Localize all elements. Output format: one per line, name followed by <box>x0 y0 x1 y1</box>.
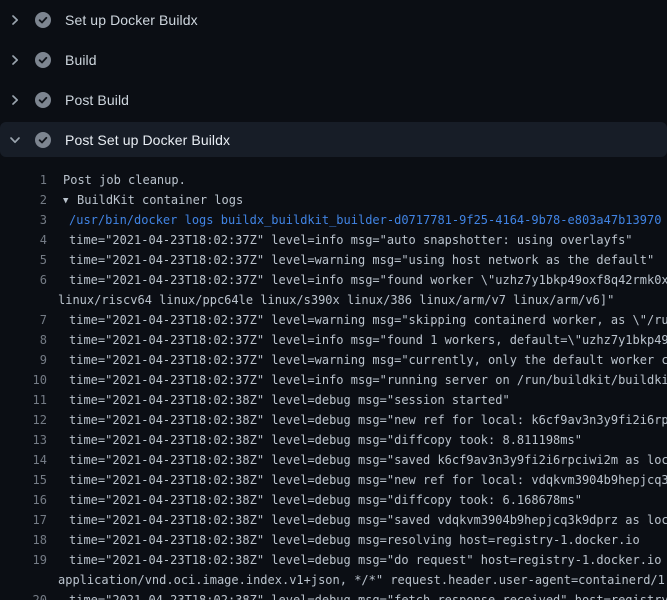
log-line: 16 time="2021-04-23T18:02:38Z" level=deb… <box>0 490 667 510</box>
log-line-text: time="2021-04-23T18:02:37Z" level=warnin… <box>47 250 654 270</box>
step-row-build[interactable]: Build <box>0 40 667 80</box>
log-line: 5 time="2021-04-23T18:02:37Z" level=warn… <box>0 250 667 270</box>
log-line-number[interactable]: 4 <box>0 230 47 250</box>
log-line-text: Post job cleanup. <box>47 170 186 190</box>
chevron-icon <box>7 132 23 148</box>
log-line: 7 time="2021-04-23T18:02:37Z" level=warn… <box>0 310 667 330</box>
log-line: 9 time="2021-04-23T18:02:37Z" level=warn… <box>0 350 667 370</box>
log-line-text: time="2021-04-23T18:02:38Z" level=debug … <box>47 550 667 570</box>
log-line-text: time="2021-04-23T18:02:38Z" level=debug … <box>47 430 582 450</box>
log-line-number[interactable]: 8 <box>0 330 47 350</box>
chevron-icon <box>7 52 23 68</box>
log-line: application/vnd.oci.image.index.v1+json,… <box>0 570 667 590</box>
log-line-number[interactable]: 10 <box>0 370 47 390</box>
log-line-text: time="2021-04-23T18:02:38Z" level=debug … <box>47 450 667 470</box>
log-line-text: ▼BuildKit container logs <box>47 190 243 210</box>
chevron-icon <box>7 92 23 108</box>
log-line: 3 /usr/bin/docker logs buildx_buildkit_b… <box>0 210 667 230</box>
step-row-post-build[interactable]: Post Build <box>0 80 667 120</box>
step-label: Post Set up Docker Buildx <box>65 132 230 148</box>
log-line-number[interactable]: 9 <box>0 350 47 370</box>
check-circle-success-icon <box>35 132 51 148</box>
log-line: 11 time="2021-04-23T18:02:38Z" level=deb… <box>0 390 667 410</box>
log-line: 18 time="2021-04-23T18:02:38Z" level=deb… <box>0 530 667 550</box>
job-steps-list: Set up Docker Buildx Build <box>0 0 667 157</box>
log-line-text: /usr/bin/docker logs buildx_buildkit_bui… <box>47 210 661 230</box>
log-line: 10 time="2021-04-23T18:02:37Z" level=inf… <box>0 370 667 390</box>
log-line: 8 time="2021-04-23T18:02:37Z" level=info… <box>0 330 667 350</box>
log-line-number[interactable]: 5 <box>0 250 47 270</box>
log-line-number[interactable]: 17 <box>0 510 47 530</box>
log-line-text: application/vnd.oci.image.index.v1+json,… <box>0 570 667 590</box>
log-line: 17 time="2021-04-23T18:02:38Z" level=deb… <box>0 510 667 530</box>
log-line: 6 time="2021-04-23T18:02:37Z" level=info… <box>0 270 667 290</box>
step-row-post-set-up-docker-buildx[interactable]: Post Set up Docker Buildx <box>0 122 667 157</box>
log-line-number[interactable]: 20 <box>0 590 47 600</box>
step-label: Set up Docker Buildx <box>65 12 198 28</box>
group-expand-marker-icon: ▼ <box>63 191 77 210</box>
log-line-text: time="2021-04-23T18:02:37Z" level=warnin… <box>47 350 667 370</box>
log-line: 20 time="2021-04-23T18:02:38Z" level=deb… <box>0 590 667 600</box>
log-line: linux/riscv64 linux/ppc64le linux/s390x … <box>0 290 667 310</box>
log-line-text: time="2021-04-23T18:02:37Z" level=info m… <box>47 330 667 350</box>
check-circle-success-icon <box>35 12 51 28</box>
log-line-number[interactable]: 14 <box>0 450 47 470</box>
log-line: 12 time="2021-04-23T18:02:38Z" level=deb… <box>0 410 667 430</box>
log-line-number[interactable]: 12 <box>0 410 47 430</box>
check-circle-success-icon <box>35 52 51 68</box>
log-line-text: time="2021-04-23T18:02:38Z" level=debug … <box>47 530 640 550</box>
log-line-number[interactable]: 6 <box>0 270 47 290</box>
step-label: Post Build <box>65 92 129 108</box>
log-line: 4 time="2021-04-23T18:02:37Z" level=info… <box>0 230 667 250</box>
log-line-number[interactable]: 2 <box>0 190 47 210</box>
log-line-number[interactable]: 7 <box>0 310 47 330</box>
log-line-text: time="2021-04-23T18:02:38Z" level=debug … <box>47 490 582 510</box>
chevron-icon <box>7 12 23 28</box>
step-row-set-up-docker-buildx[interactable]: Set up Docker Buildx <box>0 0 667 40</box>
log-line-text: time="2021-04-23T18:02:38Z" level=debug … <box>47 590 667 600</box>
log-line-number[interactable]: 15 <box>0 470 47 490</box>
log-line: 14 time="2021-04-23T18:02:38Z" level=deb… <box>0 450 667 470</box>
log-line-text: time="2021-04-23T18:02:37Z" level=info m… <box>47 230 633 250</box>
log-line-number[interactable]: 3 <box>0 210 47 230</box>
log-line: 19 time="2021-04-23T18:02:38Z" level=deb… <box>0 550 667 570</box>
step-label: Build <box>65 52 97 68</box>
step-log-viewer: 1 Post job cleanup. 2 ▼BuildKit containe… <box>0 157 667 600</box>
log-line[interactable]: 2 ▼BuildKit container logs <box>0 190 667 210</box>
log-line-text: time="2021-04-23T18:02:37Z" level=info m… <box>47 370 667 390</box>
log-line-text: time="2021-04-23T18:02:38Z" level=debug … <box>47 470 667 490</box>
log-line-number[interactable]: 19 <box>0 550 47 570</box>
log-line-number[interactable]: 13 <box>0 430 47 450</box>
log-line-text: time="2021-04-23T18:02:38Z" level=debug … <box>47 510 667 530</box>
log-line: 1 Post job cleanup. <box>0 170 667 190</box>
log-line-text: linux/riscv64 linux/ppc64le linux/s390x … <box>0 290 614 310</box>
log-line-text: time="2021-04-23T18:02:37Z" level=warnin… <box>47 310 667 330</box>
log-line-text: time="2021-04-23T18:02:37Z" level=info m… <box>47 270 667 290</box>
log-line: 15 time="2021-04-23T18:02:38Z" level=deb… <box>0 470 667 490</box>
log-line-number[interactable]: 18 <box>0 530 47 550</box>
log-line-text: time="2021-04-23T18:02:38Z" level=debug … <box>47 390 510 410</box>
log-line-number[interactable]: 11 <box>0 390 47 410</box>
log-line: 13 time="2021-04-23T18:02:38Z" level=deb… <box>0 430 667 450</box>
log-line-number[interactable]: 1 <box>0 170 47 190</box>
log-line-number[interactable]: 16 <box>0 490 47 510</box>
log-line-text: time="2021-04-23T18:02:38Z" level=debug … <box>47 410 667 430</box>
check-circle-success-icon <box>35 92 51 108</box>
